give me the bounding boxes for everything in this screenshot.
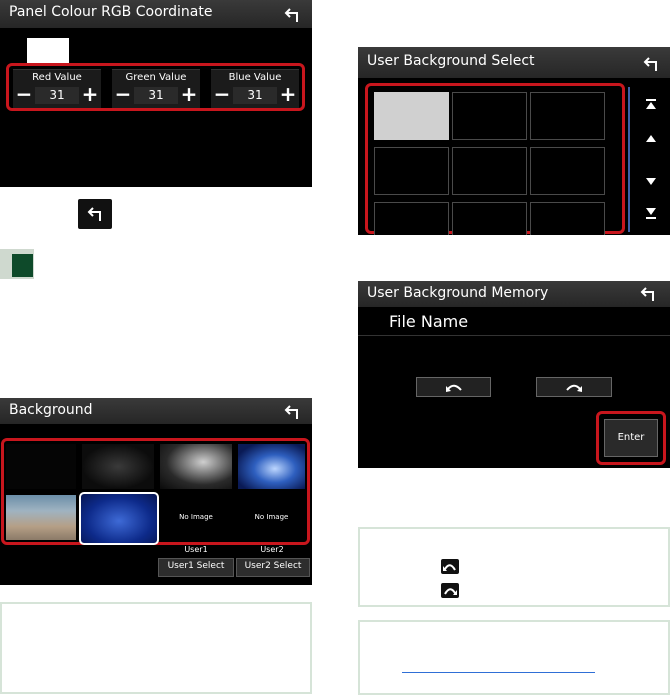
scroll-bottom-icon[interactable] [645,207,657,220]
background-thumb-1[interactable] [6,444,76,489]
background-title-bar: Background [0,398,312,424]
rotate-left-button[interactable] [416,377,491,397]
rotate-left-icon-sample [441,559,459,574]
back-arrow-icon[interactable] [639,286,659,302]
background-slot-user1[interactable]: No Image [160,495,232,540]
rotate-right-icon-sample [441,583,459,598]
green-plus-button[interactable]: + [180,84,198,104]
back-arrow-icon[interactable] [283,404,303,420]
panel-colour-screen: Panel Colour RGB Coordinate Red Value − … [0,0,312,187]
rotate-left-icon [446,384,462,392]
scroll-top-icon[interactable] [645,98,657,111]
user-bg-select-title-bar: User Background Select [358,47,670,78]
rotate-right-icon [444,588,457,595]
no-image-label: No Image [254,513,289,521]
reference-link-underline[interactable] [402,672,595,673]
red-value-control: Red Value − 31 + [13,69,101,108]
red-minus-button[interactable]: − [15,84,33,104]
background-screen: Background No Image No Image User1 User2… [0,398,312,585]
background-thumb-5[interactable] [6,495,76,540]
green-value: 31 [134,87,178,104]
note-box-rotate [358,527,670,607]
user-bg-cell-2[interactable] [452,92,527,140]
blue-plus-button[interactable]: + [279,84,297,104]
user-bg-cell-7[interactable] [374,202,449,235]
back-arrow-icon [87,207,101,221]
user-bg-memory-screen: User Background Memory File Name Enter [358,281,670,468]
back-key-icon-sample [78,199,112,229]
user-bg-cell-9[interactable] [530,202,605,235]
user1-select-button[interactable]: User1 Select [158,558,234,577]
file-name-label: File Name [389,312,469,331]
scroll-up-icon[interactable] [645,134,657,143]
rotate-right-button[interactable] [536,377,612,397]
background-thumb-6-selected[interactable] [79,492,159,545]
green-value-control: Green Value − 31 + [112,69,200,108]
enter-button[interactable]: Enter [604,419,658,457]
back-arrow-icon[interactable] [642,56,662,72]
note-box-link [358,620,670,695]
file-name-divider [358,335,670,336]
background-slot-user2[interactable]: No Image [238,495,305,540]
user-bg-cell-4[interactable] [374,147,449,195]
user-bg-cell-1-selected[interactable] [374,92,449,140]
user-bg-select-screen: User Background Select [358,47,670,235]
no-image-label: No Image [179,513,213,521]
user-bg-memory-title-bar: User Background Memory [358,281,670,307]
green-minus-button[interactable]: − [114,84,132,104]
step-marker-icon [12,254,33,277]
back-arrow-icon[interactable] [283,7,303,23]
rotate-left-icon [443,564,456,571]
panel-colour-title-bar: Panel Colour RGB Coordinate [0,0,312,28]
background-thumb-2[interactable] [82,444,154,489]
user-bg-select-title: User Background Select [367,53,535,69]
user-bg-cell-5[interactable] [452,147,527,195]
panel-colour-title: Panel Colour RGB Coordinate [9,4,213,20]
note-box-left [0,602,312,694]
colour-preview-swatch [27,38,69,64]
red-value: 31 [35,87,79,104]
user-bg-memory-title: User Background Memory [367,285,549,301]
red-plus-button[interactable]: + [81,84,99,104]
blue-value-control: Blue Value − 31 + [211,69,299,108]
user-bg-cell-8[interactable] [452,202,527,235]
background-title: Background [9,402,93,418]
scrollbar-track[interactable] [628,87,630,232]
blue-minus-button[interactable]: − [213,84,231,104]
scroll-down-icon[interactable] [645,177,657,186]
rotate-right-icon [566,384,582,392]
user2-label: User2 [260,545,284,554]
user-bg-cell-3[interactable] [530,92,605,140]
user-bg-cell-6[interactable] [530,147,605,195]
background-thumb-3[interactable] [160,444,232,489]
blue-value: 31 [233,87,277,104]
user1-label: User1 [184,545,208,554]
background-thumb-4[interactable] [238,444,305,489]
user2-select-button[interactable]: User2 Select [236,558,310,577]
